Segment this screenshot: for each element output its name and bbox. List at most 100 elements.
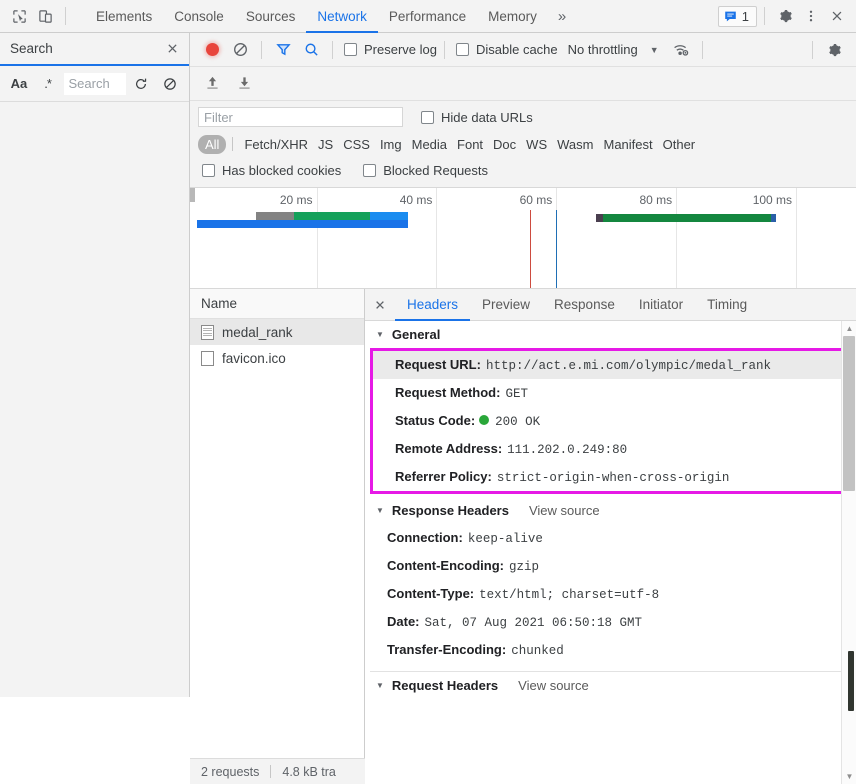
tab-elements[interactable]: Elements <box>85 0 163 33</box>
tab-memory[interactable]: Memory <box>477 0 548 33</box>
filter-type-all[interactable]: All <box>198 134 227 154</box>
clear-icon[interactable] <box>157 72 183 96</box>
header-row-request-url: Request URL: http://act.e.mi.com/olympic… <box>373 351 845 379</box>
search-input[interactable]: Search <box>63 72 126 95</box>
tab-initiator[interactable]: Initiator <box>627 289 695 321</box>
gear-icon[interactable] <box>772 3 798 29</box>
filter-type-doc[interactable]: Doc <box>488 135 521 154</box>
scrollbar-thumb[interactable] <box>843 336 855 491</box>
filter-type-media[interactable]: Media <box>407 135 452 154</box>
scroll-up-arrow[interactable]: ▲ <box>842 321 856 336</box>
header-key: Request URL: <box>395 356 481 372</box>
export-har-icon[interactable] <box>230 71 258 97</box>
timing-segment <box>196 220 409 228</box>
view-source-link[interactable]: View source <box>529 503 600 518</box>
toolbar-divider <box>701 40 703 59</box>
gear-icon[interactable] <box>820 37 848 63</box>
tab-console[interactable]: Console <box>163 0 235 33</box>
filter-type-font[interactable]: Font <box>452 135 488 154</box>
request-name: favicon.ico <box>222 350 286 366</box>
checkbox-box[interactable] <box>363 163 377 177</box>
tab-network[interactable]: Network <box>306 0 378 33</box>
clear-icon[interactable] <box>226 37 254 63</box>
tab-preview[interactable]: Preview <box>470 289 542 321</box>
timeline-gridlines: 20 ms 40 ms 60 ms 80 ms 100 ms <box>190 188 856 288</box>
general-section-title: General <box>391 327 441 342</box>
record-icon[interactable] <box>198 37 226 63</box>
device-toolbar-icon[interactable] <box>32 3 58 29</box>
inspect-element-icon[interactable] <box>6 3 32 29</box>
detail-scrollbar[interactable]: ▲ ▼ <box>841 321 856 784</box>
blocked-requests-checkbox[interactable]: Blocked Requests <box>363 163 488 178</box>
network-toolbar-secondary <box>190 67 856 101</box>
throttling-select[interactable]: No throttling <box>568 42 638 57</box>
chevron-down-icon[interactable]: ▼ <box>376 506 384 515</box>
request-row-medal-rank[interactable]: medal_rank <box>190 319 364 345</box>
filter-icon[interactable] <box>269 37 297 63</box>
medal_rank-timing-top <box>196 212 409 220</box>
checkbox-box[interactable] <box>202 163 215 177</box>
network-toolbar: Preserve log Disable cache No throttling… <box>190 33 856 67</box>
tab-sources[interactable]: Sources <box>235 0 307 33</box>
header-key: Date: <box>387 613 420 629</box>
wifi-settings-icon[interactable] <box>667 37 695 63</box>
header-value: http://act.e.mi.com/olympic/medal_rank <box>485 358 771 373</box>
refresh-icon[interactable] <box>129 72 155 96</box>
header-row-remote-address: Remote Address: 111.202.0.249:80 <box>373 435 845 463</box>
regex-button[interactable]: .* <box>35 72 61 96</box>
chevron-down-icon[interactable]: ▼ <box>650 45 659 55</box>
header-value: GET <box>505 386 528 401</box>
search-drawer-header: Search <box>0 33 189 66</box>
chevron-down-icon[interactable]: ▼ <box>376 330 384 339</box>
header-value: 111.202.0.249:80 <box>507 442 628 457</box>
timeline-gridline <box>796 188 798 288</box>
filter-type-img[interactable]: Img <box>375 135 407 154</box>
hide-data-urls-checkbox[interactable]: Hide data URLs <box>421 110 533 125</box>
chevron-down-icon[interactable]: ▼ <box>376 681 384 690</box>
header-key: Request Method: <box>395 384 501 400</box>
checkbox-box[interactable] <box>455 43 469 56</box>
response-headers-section-header[interactable]: ▼ Response Headers View source <box>365 494 856 524</box>
tab-performance[interactable]: Performance <box>378 0 477 33</box>
network-overview-timeline[interactable]: 20 ms 40 ms 60 ms 80 ms 100 ms <box>190 188 856 289</box>
tab-headers[interactable]: Headers <box>395 289 471 321</box>
request-list-header[interactable]: Name <box>190 289 364 319</box>
general-section-header[interactable]: ▼ General <box>365 321 856 348</box>
toolbar-divider <box>261 40 262 59</box>
header-row-content-type: Content-Type: text/html; charset=utf-8 <box>365 580 856 608</box>
filter-input[interactable]: Filter <box>198 107 403 127</box>
search-toolbar: Aa .* Search <box>0 66 189 102</box>
request-name: medal_rank <box>222 324 293 340</box>
checkbox-box[interactable] <box>421 110 434 124</box>
toolbar-divider <box>812 40 813 59</box>
filter-type-wasm[interactable]: Wasm <box>552 135 598 154</box>
tab-timing[interactable]: Timing <box>695 289 759 321</box>
close-icon[interactable] <box>365 299 395 311</box>
view-source-link[interactable]: View source <box>518 678 589 693</box>
disable-cache-checkbox[interactable]: Disable cache <box>455 42 558 57</box>
scroll-down-arrow[interactable]: ▼ <box>842 769 856 784</box>
filter-type-js[interactable]: JS <box>313 135 338 154</box>
close-icon[interactable] <box>824 3 850 29</box>
console-message-badge[interactable]: 1 <box>717 5 757 27</box>
request-row-favicon[interactable]: favicon.ico <box>190 345 364 371</box>
document-icon <box>201 324 214 340</box>
checkbox-box[interactable] <box>344 43 357 56</box>
import-har-icon[interactable] <box>198 71 226 97</box>
close-icon[interactable] <box>166 42 179 55</box>
tab-response[interactable]: Response <box>542 289 627 321</box>
filter-type-other[interactable]: Other <box>658 135 701 154</box>
kebab-menu-icon[interactable] <box>798 3 824 29</box>
filter-type-manifest[interactable]: Manifest <box>598 135 657 154</box>
request-headers-section-header[interactable]: ▼ Request Headers View source <box>365 672 856 699</box>
filter-type-css[interactable]: CSS <box>338 135 375 154</box>
match-case-button[interactable]: Aa <box>6 72 32 96</box>
has-blocked-cookies-checkbox[interactable]: Has blocked cookies <box>202 163 341 178</box>
filter-type-ws[interactable]: WS <box>521 135 552 154</box>
timing-segment <box>196 212 256 220</box>
preserve-log-checkbox[interactable]: Preserve log <box>344 42 437 57</box>
timeline-tick-label: 60 ms <box>519 193 553 207</box>
more-tabs-button[interactable]: » <box>548 8 576 25</box>
filter-type-fetch-xhr[interactable]: Fetch/XHR <box>239 135 313 154</box>
search-icon[interactable] <box>297 37 325 63</box>
